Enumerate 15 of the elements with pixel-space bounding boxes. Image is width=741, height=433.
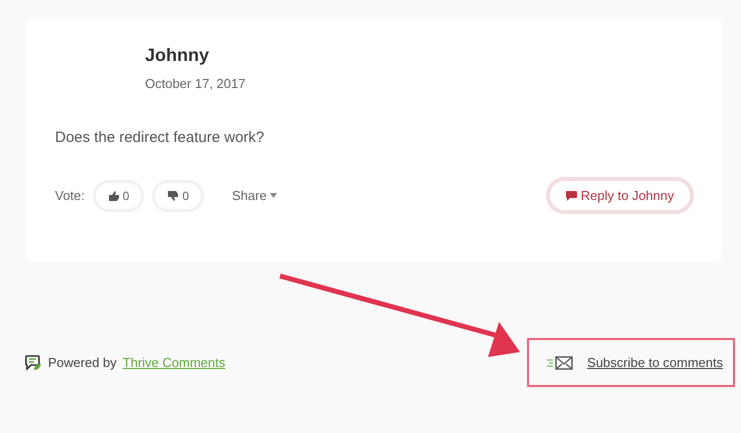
thumbs-down-icon [167, 190, 178, 200]
downvote-button[interactable]: 0 [152, 180, 204, 212]
thumbs-up-icon [108, 190, 119, 200]
powered-by-text: Powered by [48, 355, 117, 370]
vote-label: Vote: [55, 188, 85, 203]
envelope-icon [547, 356, 574, 370]
author-name: Johnny [145, 45, 210, 66]
caret-icon [270, 193, 277, 198]
comment-date: October 17, 2017 [145, 76, 246, 91]
reply-button[interactable]: Reply to Johnny [546, 177, 694, 214]
chat-leaf-icon [25, 354, 42, 370]
share-button[interactable]: Share [226, 187, 283, 204]
comment-text: Does the redirect feature work? [55, 129, 264, 146]
speech-bubble-icon [566, 190, 577, 200]
upvote-button[interactable]: 0 [92, 180, 144, 212]
